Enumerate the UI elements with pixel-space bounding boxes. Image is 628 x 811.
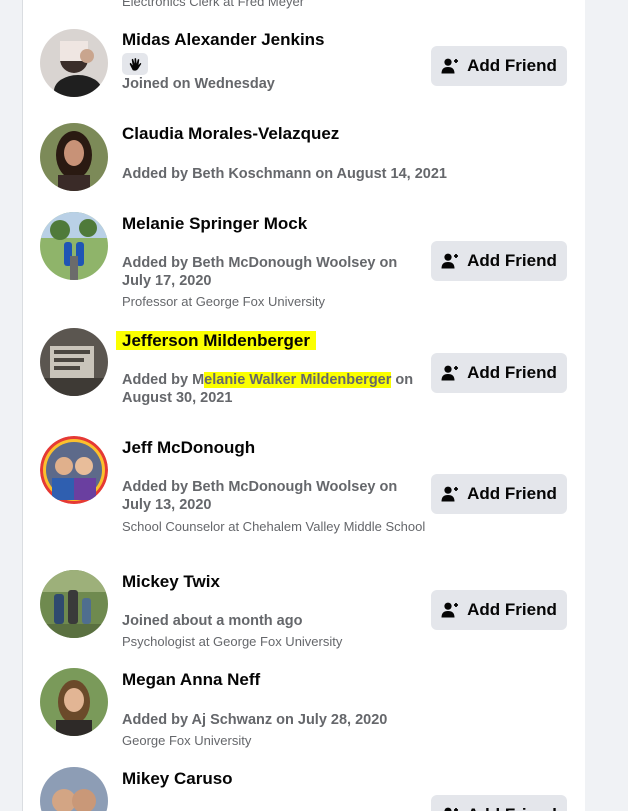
member-subtitle: George Fox University bbox=[122, 733, 252, 748]
member-name[interactable]: Melanie Springer Mock bbox=[122, 214, 307, 234]
member-detail: Added by Beth Koschmann on August 14, 20… bbox=[122, 166, 447, 182]
add-friend-icon bbox=[441, 486, 459, 502]
member-name[interactable]: Jefferson Mildenberger bbox=[116, 331, 316, 351]
add-friend-label: Add Friend bbox=[467, 805, 557, 811]
add-friend-label: Add Friend bbox=[467, 363, 557, 382]
add-friend-label: Add Friend bbox=[467, 56, 557, 75]
avatar[interactable] bbox=[40, 123, 108, 191]
avatar[interactable] bbox=[40, 436, 108, 504]
member-detail: Added by Aj Schwanz on July 28, 2020 bbox=[122, 712, 388, 728]
add-friend-icon bbox=[441, 58, 459, 74]
add-friend-icon bbox=[444, 807, 459, 811]
add-friend-icon bbox=[441, 253, 459, 269]
add-friend-label: Add Friend bbox=[467, 251, 557, 270]
add-friend-button[interactable]: Add Friend bbox=[431, 795, 567, 811]
avatar[interactable] bbox=[40, 328, 108, 396]
member-detail: Added by Beth McDonough Woolsey on July … bbox=[122, 479, 398, 513]
add-friend-label: Add Friend bbox=[467, 600, 557, 619]
add-friend-button[interactable]: Add Friend bbox=[431, 353, 567, 393]
member-name[interactable]: Midas Alexander Jenkins bbox=[122, 30, 325, 50]
member-name[interactable]: Mickey Twix bbox=[122, 572, 220, 592]
member-subtitle: Electronics Clerk at Fred Meyer bbox=[122, 0, 305, 9]
add-friend-icon bbox=[441, 365, 459, 381]
add-friend-button[interactable]: Add Friend bbox=[431, 241, 567, 281]
member-detail: Joined about a month ago bbox=[122, 613, 303, 629]
add-friend-icon bbox=[441, 602, 459, 618]
avatar[interactable] bbox=[40, 29, 108, 97]
avatar[interactable] bbox=[40, 767, 108, 811]
avatar[interactable] bbox=[40, 668, 108, 736]
member-name[interactable]: Claudia Morales-Velazquez bbox=[122, 124, 339, 144]
page-background bbox=[585, 0, 628, 811]
member-name[interactable]: Megan Anna Neff bbox=[122, 670, 260, 690]
member-detail: Joined on Wednesday bbox=[122, 76, 275, 92]
member-detail-text: Added by M bbox=[122, 372, 205, 388]
add-friend-label: Add Friend bbox=[467, 484, 557, 503]
waving-hand-icon bbox=[129, 57, 141, 71]
add-friend-button[interactable]: Add Friend bbox=[431, 474, 567, 514]
member-name[interactable]: Mikey Caruso bbox=[122, 769, 233, 789]
avatar[interactable] bbox=[40, 212, 108, 280]
wave-button[interactable] bbox=[122, 53, 148, 75]
add-friend-button[interactable]: Add Friend bbox=[431, 590, 567, 630]
member-detail: Added by Melanie Walker Mildenberger on … bbox=[122, 371, 452, 407]
member-detail: Added by Beth McDonough Woolsey on July … bbox=[122, 255, 398, 289]
highlighted-text: elanie Walker Mildenberger bbox=[204, 372, 392, 388]
member-name[interactable]: Jeff McDonough bbox=[122, 438, 255, 458]
add-friend-button[interactable]: Add Friend bbox=[431, 46, 567, 86]
member-name-text: Jefferson Mildenberger bbox=[116, 331, 316, 350]
members-list-card: Electronics Clerk at Fred Meyer Midas Al… bbox=[22, 0, 586, 811]
member-subtitle: School Counselor at Chehalem Valley Midd… bbox=[122, 519, 426, 534]
avatar[interactable] bbox=[40, 570, 108, 638]
member-subtitle: Professor at George Fox University bbox=[122, 294, 326, 309]
member-subtitle: Psychologist at George Fox University bbox=[122, 634, 343, 649]
